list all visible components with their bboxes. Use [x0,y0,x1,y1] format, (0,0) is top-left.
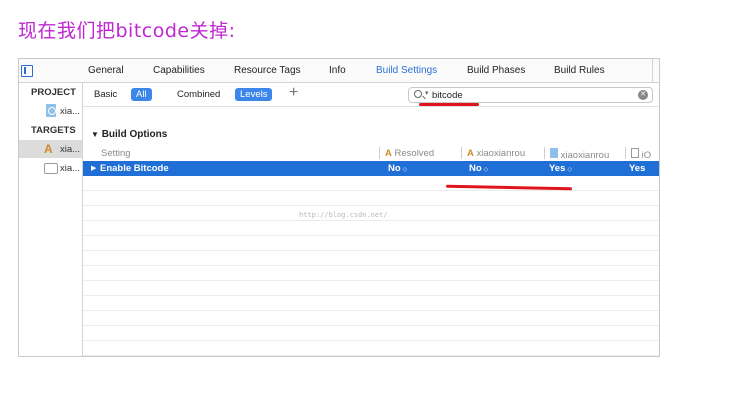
section-title: Build Options [101,129,168,140]
tab-build-rules[interactable]: Build Rules [554,65,605,76]
sidebar-toggle-icon[interactable] [21,65,33,77]
filter-basic-button[interactable]: Basic [94,89,117,100]
sidebar-item-app-target[interactable]: A xia... [19,140,82,158]
column-resolved[interactable]: A Resolved [385,148,434,159]
tab-build-settings[interactable]: Build Settings [376,65,437,76]
app-target-icon: A [44,142,53,156]
project-file-icon [550,148,558,158]
annotation-underline-search [419,103,479,106]
xcode-build-settings-window: General Capabilities Resource Tags Info … [18,58,660,357]
watermark: http://blog.csdn.net/ [299,211,388,219]
project-header: PROJECT [31,87,76,98]
column-divider [379,147,380,159]
empty-setting-rows [83,176,659,356]
tab-capabilities[interactable]: Capabilities [153,65,205,76]
filter-bar: Basic All Combined Levels + ▾ bitcode ✕ [83,83,659,107]
clear-search-icon[interactable]: ✕ [638,90,648,100]
project-file-icon [46,104,56,117]
filter-all-button[interactable]: All [131,88,152,101]
setting-row-enable-bitcode[interactable]: ▶ Enable Bitcode No ◇ No ◇ Yes ◇ Yes [83,161,659,176]
sidebar-item-extension-target[interactable]: xia... [19,159,82,177]
target-app-icon: A [467,148,474,159]
extension-target-icon [44,163,58,174]
search-icon [414,90,422,98]
value-resolved[interactable]: No ◇ [388,163,407,174]
ios-default-icon [631,148,639,158]
value-ios-default[interactable]: Yes [629,163,645,174]
column-divider [461,147,462,159]
sidebar-item-label: xia... [60,163,81,174]
search-field[interactable]: ▾ bitcode ✕ [408,87,653,103]
sidebar-item-project[interactable]: xia... [19,102,82,120]
tab-info[interactable]: Info [329,65,346,76]
section-build-options[interactable]: ▼ Build Options [91,129,167,140]
stepper-icon: ◇ [567,167,573,173]
stepper-icon: ◇ [483,167,489,173]
disclosure-triangle-icon[interactable]: ▼ [91,130,99,139]
column-target[interactable]: A xiaoxianrou [467,148,525,159]
column-divider [625,147,626,159]
value-project[interactable]: Yes ◇ [549,163,572,174]
column-setting[interactable]: Setting [101,148,131,159]
editor-tab-bar: General Capabilities Resource Tags Info … [19,59,659,83]
targets-header: TARGETS [31,125,76,136]
tab-resource-tags[interactable]: Resource Tags [234,65,301,76]
disclosure-triangle-icon[interactable]: ▶ [91,164,96,172]
add-setting-button[interactable]: + [289,84,298,102]
filter-levels-button[interactable]: Levels [235,88,273,101]
sidebar-item-label: xia... [60,144,81,155]
build-settings-content: Basic All Combined Levels + ▾ bitcode ✕ … [83,83,659,356]
search-input[interactable]: bitcode [432,90,463,101]
column-project[interactable]: xiaoxianrou [550,148,609,161]
column-headers: Setting A Resolved A xiaoxianrou xiaoxia… [83,146,659,162]
resolved-app-icon: A [385,148,392,159]
column-ios-default[interactable]: iO [631,148,651,161]
value-target[interactable]: No ◇ [469,163,488,174]
page-heading: 现在我们把bitcode关掉: [18,20,236,42]
stepper-icon: ◇ [402,167,408,173]
column-divider [544,147,545,159]
sidebar-item-label: xia... [60,106,81,117]
tab-bar-divider [652,59,653,83]
setting-name: Enable Bitcode [100,163,169,174]
tab-general[interactable]: General [88,65,124,76]
tab-build-phases[interactable]: Build Phases [467,65,525,76]
chevron-down-icon: ▾ [425,90,429,97]
project-navigator-sidebar: PROJECT xia... TARGETS A xia... xia... [19,83,83,356]
filter-combined-button[interactable]: Combined [177,89,220,100]
